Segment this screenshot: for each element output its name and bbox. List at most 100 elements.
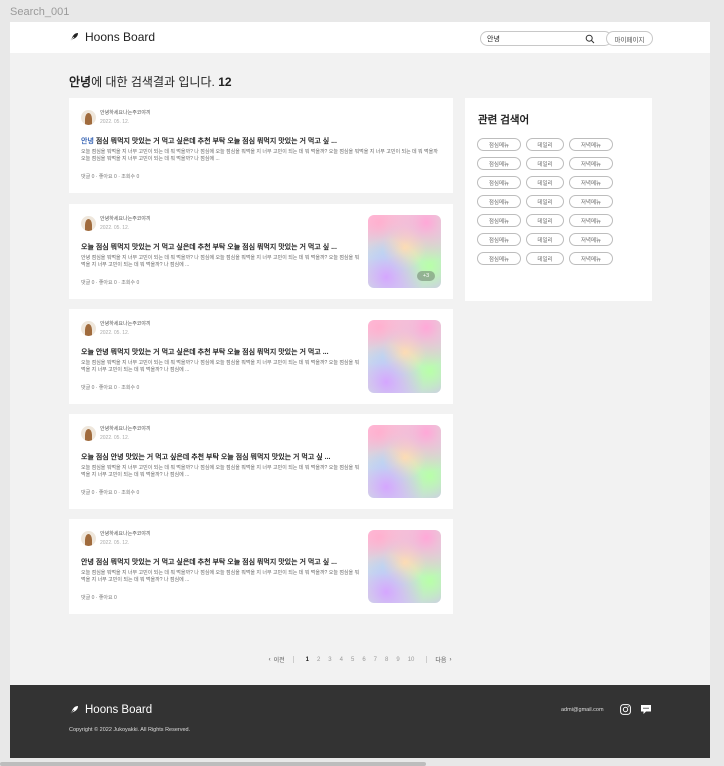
image-count-badge: +3 xyxy=(417,271,435,281)
related-tag[interactable]: 데일리 xyxy=(526,252,564,265)
divider xyxy=(292,656,294,663)
like-count: 좋아요 0 xyxy=(98,385,117,391)
post-body: 안녕 점심을 뭐먹을 지 너무 고민이 되는 데 뭐 먹을까? 나 점심에 오늘… xyxy=(81,255,360,268)
page-number[interactable]: 4 xyxy=(340,657,343,663)
avatar xyxy=(81,215,96,231)
related-tag[interactable]: 점심메뉴 xyxy=(477,157,521,170)
page-number[interactable]: 2 xyxy=(317,657,320,663)
avatar xyxy=(81,425,96,441)
post-thumbnail[interactable] xyxy=(368,530,441,603)
related-tag[interactable]: 저녁메뉴 xyxy=(569,195,613,208)
related-tag[interactable]: 저녁메뉴 xyxy=(569,176,613,189)
search-box[interactable] xyxy=(480,31,612,46)
page-number[interactable]: 10 xyxy=(408,657,415,663)
related-title: 관련 검색어 xyxy=(478,114,530,126)
copyright: Copyright © 2022 Jukoyakki. All Rights R… xyxy=(69,727,191,733)
comment-count: 댓글 0 xyxy=(81,490,95,496)
avatar xyxy=(81,530,96,546)
result-query: 안녕 xyxy=(69,75,92,89)
related-tag[interactable]: 데일리 xyxy=(526,233,564,246)
page-number[interactable]: 1 xyxy=(306,657,309,663)
horizontal-scrollbar[interactable] xyxy=(0,762,426,766)
page-number[interactable]: 5 xyxy=(351,657,354,663)
related-tag[interactable]: 점심메뉴 xyxy=(477,138,521,151)
avatar xyxy=(81,320,96,336)
next-page-button[interactable]: 다음 › xyxy=(435,655,452,665)
like-count: 좋아요 0 xyxy=(98,280,117,286)
title-highlight: 안녕 xyxy=(81,138,94,145)
related-tag[interactable]: 저녁메뉴 xyxy=(569,157,613,170)
chevron-left-icon: ‹ xyxy=(268,656,271,663)
related-tag[interactable]: 점심메뉴 xyxy=(477,233,521,246)
related-tag[interactable]: 데일리 xyxy=(526,157,564,170)
page-number[interactable]: 7 xyxy=(374,657,377,663)
like-count: 좋아요 0 xyxy=(98,490,117,496)
post-card[interactable]: 안녕하세요나는주코야끼 2022. 05. 12. 안녕 점심 뭐먹지 맛있는 … xyxy=(69,98,453,193)
comment-count: 댓글 0 xyxy=(81,174,95,180)
related-tag[interactable]: 데일리 xyxy=(526,195,564,208)
result-title: 안녕에 대한 검색결과 입니다. 12 xyxy=(69,73,232,90)
footer-logo[interactable]: Hoons Board xyxy=(69,704,152,716)
search-icon[interactable] xyxy=(585,34,595,44)
post-author: 안녕하세요나는주코야끼 2022. 05. 12. xyxy=(81,320,151,336)
related-tag[interactable]: 저녁메뉴 xyxy=(569,138,613,151)
post-body: 오늘 점심을 뭐먹을 지 너무 고민이 되는 데 뭐 먹을까? 나 점심에 오늘… xyxy=(81,360,360,373)
chat-icon[interactable] xyxy=(640,704,652,715)
post-meta: 댓글 0 · 좋아요 0 xyxy=(81,595,117,601)
feather-pen-icon xyxy=(69,33,78,42)
post-meta: 댓글 0 · 좋아요 0 · 조회수 0 xyxy=(81,174,140,180)
post-thumbnail[interactable] xyxy=(368,425,441,498)
author-name: 안녕하세요나는주코야끼 xyxy=(100,426,151,432)
post-title[interactable]: 오늘 점심 뭐먹지 맛있는 거 먹고 싶은데 추천 부탁 오늘 점심 뭐먹지 맛… xyxy=(81,242,356,252)
post-card[interactable]: 안녕하세요나는주코야끼 2022. 05. 12. 오늘 점심 안녕 맛있는 거… xyxy=(69,414,453,509)
related-tag[interactable]: 저녁메뉴 xyxy=(569,233,613,246)
post-card[interactable]: 안녕하세요나는주코야끼 2022. 05. 12. 오늘 점심 뭐먹지 맛있는 … xyxy=(69,204,453,299)
contact-email[interactable]: admi@gmail.com xyxy=(561,707,604,713)
related-tag[interactable]: 점심메뉴 xyxy=(477,214,521,227)
mypage-button[interactable]: 마이페이지 xyxy=(606,31,653,46)
author-name: 안녕하세요나는주코야끼 xyxy=(100,321,151,327)
post-meta: 댓글 0 · 좋아요 0 · 조회수 0 xyxy=(81,385,140,391)
related-tag[interactable]: 점심메뉴 xyxy=(477,176,521,189)
post-title[interactable]: 안녕 점심 뭐먹지 맛있는 거 먹고 싶은데 추천 부탁 오늘 점심 뭐먹지 맛… xyxy=(81,136,441,146)
post-card[interactable]: 안녕하세요나는주코야끼 2022. 05. 12. 오늘 안녕 뭐먹지 맛있는 … xyxy=(69,309,453,404)
post-thumbnail[interactable]: +3 xyxy=(368,215,441,288)
result-suffix: 에 대한 검색결과 입니다. xyxy=(91,75,215,89)
related-tag[interactable]: 데일리 xyxy=(526,214,564,227)
related-tag[interactable]: 데일리 xyxy=(526,138,564,151)
comment-count: 댓글 0 xyxy=(81,385,95,391)
related-tag[interactable]: 저녁메뉴 xyxy=(569,214,613,227)
post-body: 오늘 점심을 뭐먹을 지 너무 고민이 되는 데 뭐 먹을까? 나 점심에 오늘… xyxy=(81,149,438,162)
post-card[interactable]: 안녕하세요나는주코야끼 2022. 05. 12. 안녕 점심 뭐먹지 맛있는 … xyxy=(69,519,453,614)
page-number[interactable]: 6 xyxy=(362,657,365,663)
prev-page-button[interactable]: ‹ 이전 xyxy=(268,655,285,665)
logo[interactable]: Hoons Board xyxy=(69,30,155,44)
instagram-icon[interactable] xyxy=(620,704,631,715)
result-count: 12 xyxy=(218,75,232,89)
logo-text: Hoons Board xyxy=(85,30,156,44)
post-body: 오늘 점심을 뭐먹을 지 너무 고민이 되는 데 뭐 먹을까? 나 점심에 오늘… xyxy=(81,465,360,478)
search-input[interactable] xyxy=(487,35,585,42)
post-title[interactable]: 안녕 점심 뭐먹지 맛있는 거 먹고 싶은데 추천 부탁 오늘 점심 뭐먹지 맛… xyxy=(81,557,356,567)
title-text: 점심 뭐먹지 맛있는 거 먹고 싶은데 추천 부탁 오늘 점심 뭐먹지 맛있는 … xyxy=(93,138,337,145)
post-body: 오늘 점심을 뭐먹을 지 너무 고민이 되는 데 뭐 먹을까? 나 점심에 오늘… xyxy=(81,570,360,583)
related-tag[interactable]: 점심메뉴 xyxy=(477,252,521,265)
like-count: 좋아요 0 xyxy=(98,595,117,601)
related-tag[interactable]: 데일리 xyxy=(526,176,564,189)
view-count: 조회수 0 xyxy=(121,490,140,496)
related-tag[interactable]: 점심메뉴 xyxy=(477,195,521,208)
related-tag[interactable]: 저녁메뉴 xyxy=(569,252,613,265)
post-author: 안녕하세요나는주코야끼 2022. 05. 12. xyxy=(81,109,151,125)
post-author: 안녕하세요나는주코야끼 2022. 05. 12. xyxy=(81,530,151,546)
chevron-right-icon: › xyxy=(449,656,452,663)
post-thumbnail[interactable] xyxy=(368,320,441,393)
view-count: 조회수 0 xyxy=(121,385,140,391)
post-title[interactable]: 오늘 안녕 뭐먹지 맛있는 거 먹고 싶은데 추천 부탁 오늘 점심 뭐먹지 맛… xyxy=(81,347,356,357)
page-number[interactable]: 8 xyxy=(385,657,388,663)
next-label: 다음 xyxy=(435,658,447,664)
author-name: 안녕하세요나는주코야끼 xyxy=(100,216,151,222)
page-number[interactable]: 3 xyxy=(328,657,331,663)
post-date: 2022. 05. 12. xyxy=(100,435,130,441)
post-title[interactable]: 오늘 점심 안녕 맛있는 거 먹고 싶은데 추천 부탁 오늘 점심 뭐먹지 맛있… xyxy=(81,452,356,462)
page-number[interactable]: 9 xyxy=(396,657,399,663)
